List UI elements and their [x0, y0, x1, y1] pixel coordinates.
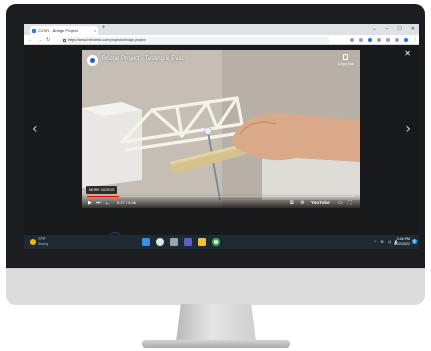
- play-icon[interactable]: ▶: [88, 200, 92, 206]
- teams-chat-icon[interactable]: [184, 238, 192, 246]
- lightbox-close-icon[interactable]: ✕: [404, 49, 411, 58]
- taskbar: 77°F Sunny ^ ≋ ◁ ▮ 3:46 PM 6/22/2022 3: [24, 235, 419, 249]
- weather-widget[interactable]: 77°F Sunny: [30, 237, 48, 246]
- new-tab-button[interactable]: +: [102, 25, 106, 31]
- minimize-button[interactable]: –: [386, 24, 389, 35]
- tab-search-icon[interactable]: ⌄: [372, 24, 376, 35]
- more-videos-button[interactable]: MORE VIDEOS: [86, 186, 118, 194]
- extension-icon[interactable]: [368, 38, 372, 42]
- profile-avatar-icon[interactable]: [404, 38, 408, 42]
- taskbar-apps: [142, 238, 220, 246]
- toolbar-extensions: ⋮: [350, 35, 418, 45]
- desktop-monitor-scene: CVSR - Bridge Project × + ⌄ – ☐ ✕ ← → ↻ …: [0, 0, 431, 351]
- clock-date: 6/22/2022: [394, 242, 410, 246]
- channel-avatar-icon[interactable]: [87, 55, 98, 66]
- sun-icon: [30, 238, 36, 245]
- previous-arrow-icon[interactable]: ‹: [32, 121, 38, 137]
- browser-tab[interactable]: CVSR - Bridge Project ×: [30, 26, 98, 35]
- weather-desc: Sunny: [38, 241, 49, 246]
- browser-tabstrip: CVSR - Bridge Project × + ⌄ – ☐ ✕: [24, 24, 419, 35]
- fullscreen-icon[interactable]: ⛶: [348, 200, 352, 206]
- monitor-chin: [6, 268, 425, 305]
- share-icon[interactable]: [350, 38, 354, 42]
- bookmark-star-icon[interactable]: [359, 38, 363, 42]
- copy-icon: [343, 54, 349, 60]
- sidebar-icon[interactable]: [395, 38, 399, 42]
- cast-icon[interactable]: ▭: [338, 200, 343, 206]
- lightbox-overlay: ✕ ‹ › Bridge Project - Testing & Eval. C…: [24, 45, 419, 246]
- next-arrow-icon[interactable]: ›: [405, 121, 411, 137]
- youtube-logo[interactable]: YouTube: [311, 200, 330, 206]
- close-window-button[interactable]: ✕: [411, 24, 415, 35]
- favicon-icon: [32, 28, 36, 33]
- speaker-icon[interactable]: ◁: [388, 238, 391, 246]
- subtitles-icon[interactable]: ⧉: [290, 200, 294, 206]
- reload-icon[interactable]: ↻: [46, 35, 50, 45]
- task-view-icon[interactable]: [170, 238, 178, 246]
- video-time: 0:27 / 3:46: [117, 200, 136, 205]
- copy-link-button[interactable]: Copy link: [338, 54, 354, 66]
- lock-icon: [63, 38, 66, 42]
- video-progress-bar[interactable]: [87, 196, 355, 198]
- address-url: https://www.hellotello.com/projects/brid…: [68, 37, 146, 42]
- tab-title: CVSR - Bridge Project: [38, 28, 78, 33]
- volume-icon[interactable]: 🔈: [105, 200, 111, 206]
- video-player[interactable]: Bridge Project - Testing & Eval. Copy li…: [82, 50, 360, 208]
- browser-toolbar: ← → ↻ https://www.hellotello.com/project…: [24, 35, 419, 45]
- wifi-icon[interactable]: ≋: [380, 238, 383, 246]
- tab-close-icon[interactable]: ×: [94, 26, 96, 35]
- video-frame-image: [82, 50, 360, 208]
- forward-icon[interactable]: →: [37, 35, 42, 45]
- settings-gear-icon[interactable]: ⚙: [300, 200, 304, 206]
- next-video-icon[interactable]: ⏭: [96, 200, 101, 206]
- window-controls: ⌄ – ☐ ✕: [372, 24, 415, 35]
- taskbar-clock[interactable]: 3:46 PM 6/22/2022: [394, 237, 410, 247]
- notification-badge[interactable]: 3: [412, 239, 417, 244]
- video-title[interactable]: Bridge Project - Testing & Eval.: [102, 56, 185, 62]
- maximize-button[interactable]: ☐: [397, 24, 401, 35]
- search-icon[interactable]: [156, 238, 164, 246]
- tray-chevron-icon[interactable]: ^: [374, 238, 376, 246]
- menu-kebab-icon[interactable]: ⋮: [413, 38, 418, 43]
- address-bar[interactable]: https://www.hellotello.com/projects/brid…: [60, 36, 330, 44]
- monitor-stand-neck: [176, 304, 256, 342]
- back-icon[interactable]: ←: [28, 35, 33, 45]
- extensions-puzzle-icon[interactable]: [377, 38, 381, 42]
- video-controls-bar: ▶ ⏭ 🔈 0:27 / 3:46 ⧉ ⚙ YouTube ▭ ⛶: [82, 194, 360, 208]
- monitor-stand-base: [142, 340, 290, 348]
- video-progress-fill: [87, 196, 120, 198]
- chrome-icon[interactable]: [212, 238, 220, 246]
- copy-link-label: Copy link: [337, 61, 354, 66]
- screen: CVSR - Bridge Project × + ⌄ – ☐ ✕ ← → ↻ …: [24, 24, 419, 249]
- reading-list-icon[interactable]: [386, 38, 390, 42]
- windows-start-icon[interactable]: [142, 238, 150, 246]
- file-explorer-icon[interactable]: [198, 238, 206, 246]
